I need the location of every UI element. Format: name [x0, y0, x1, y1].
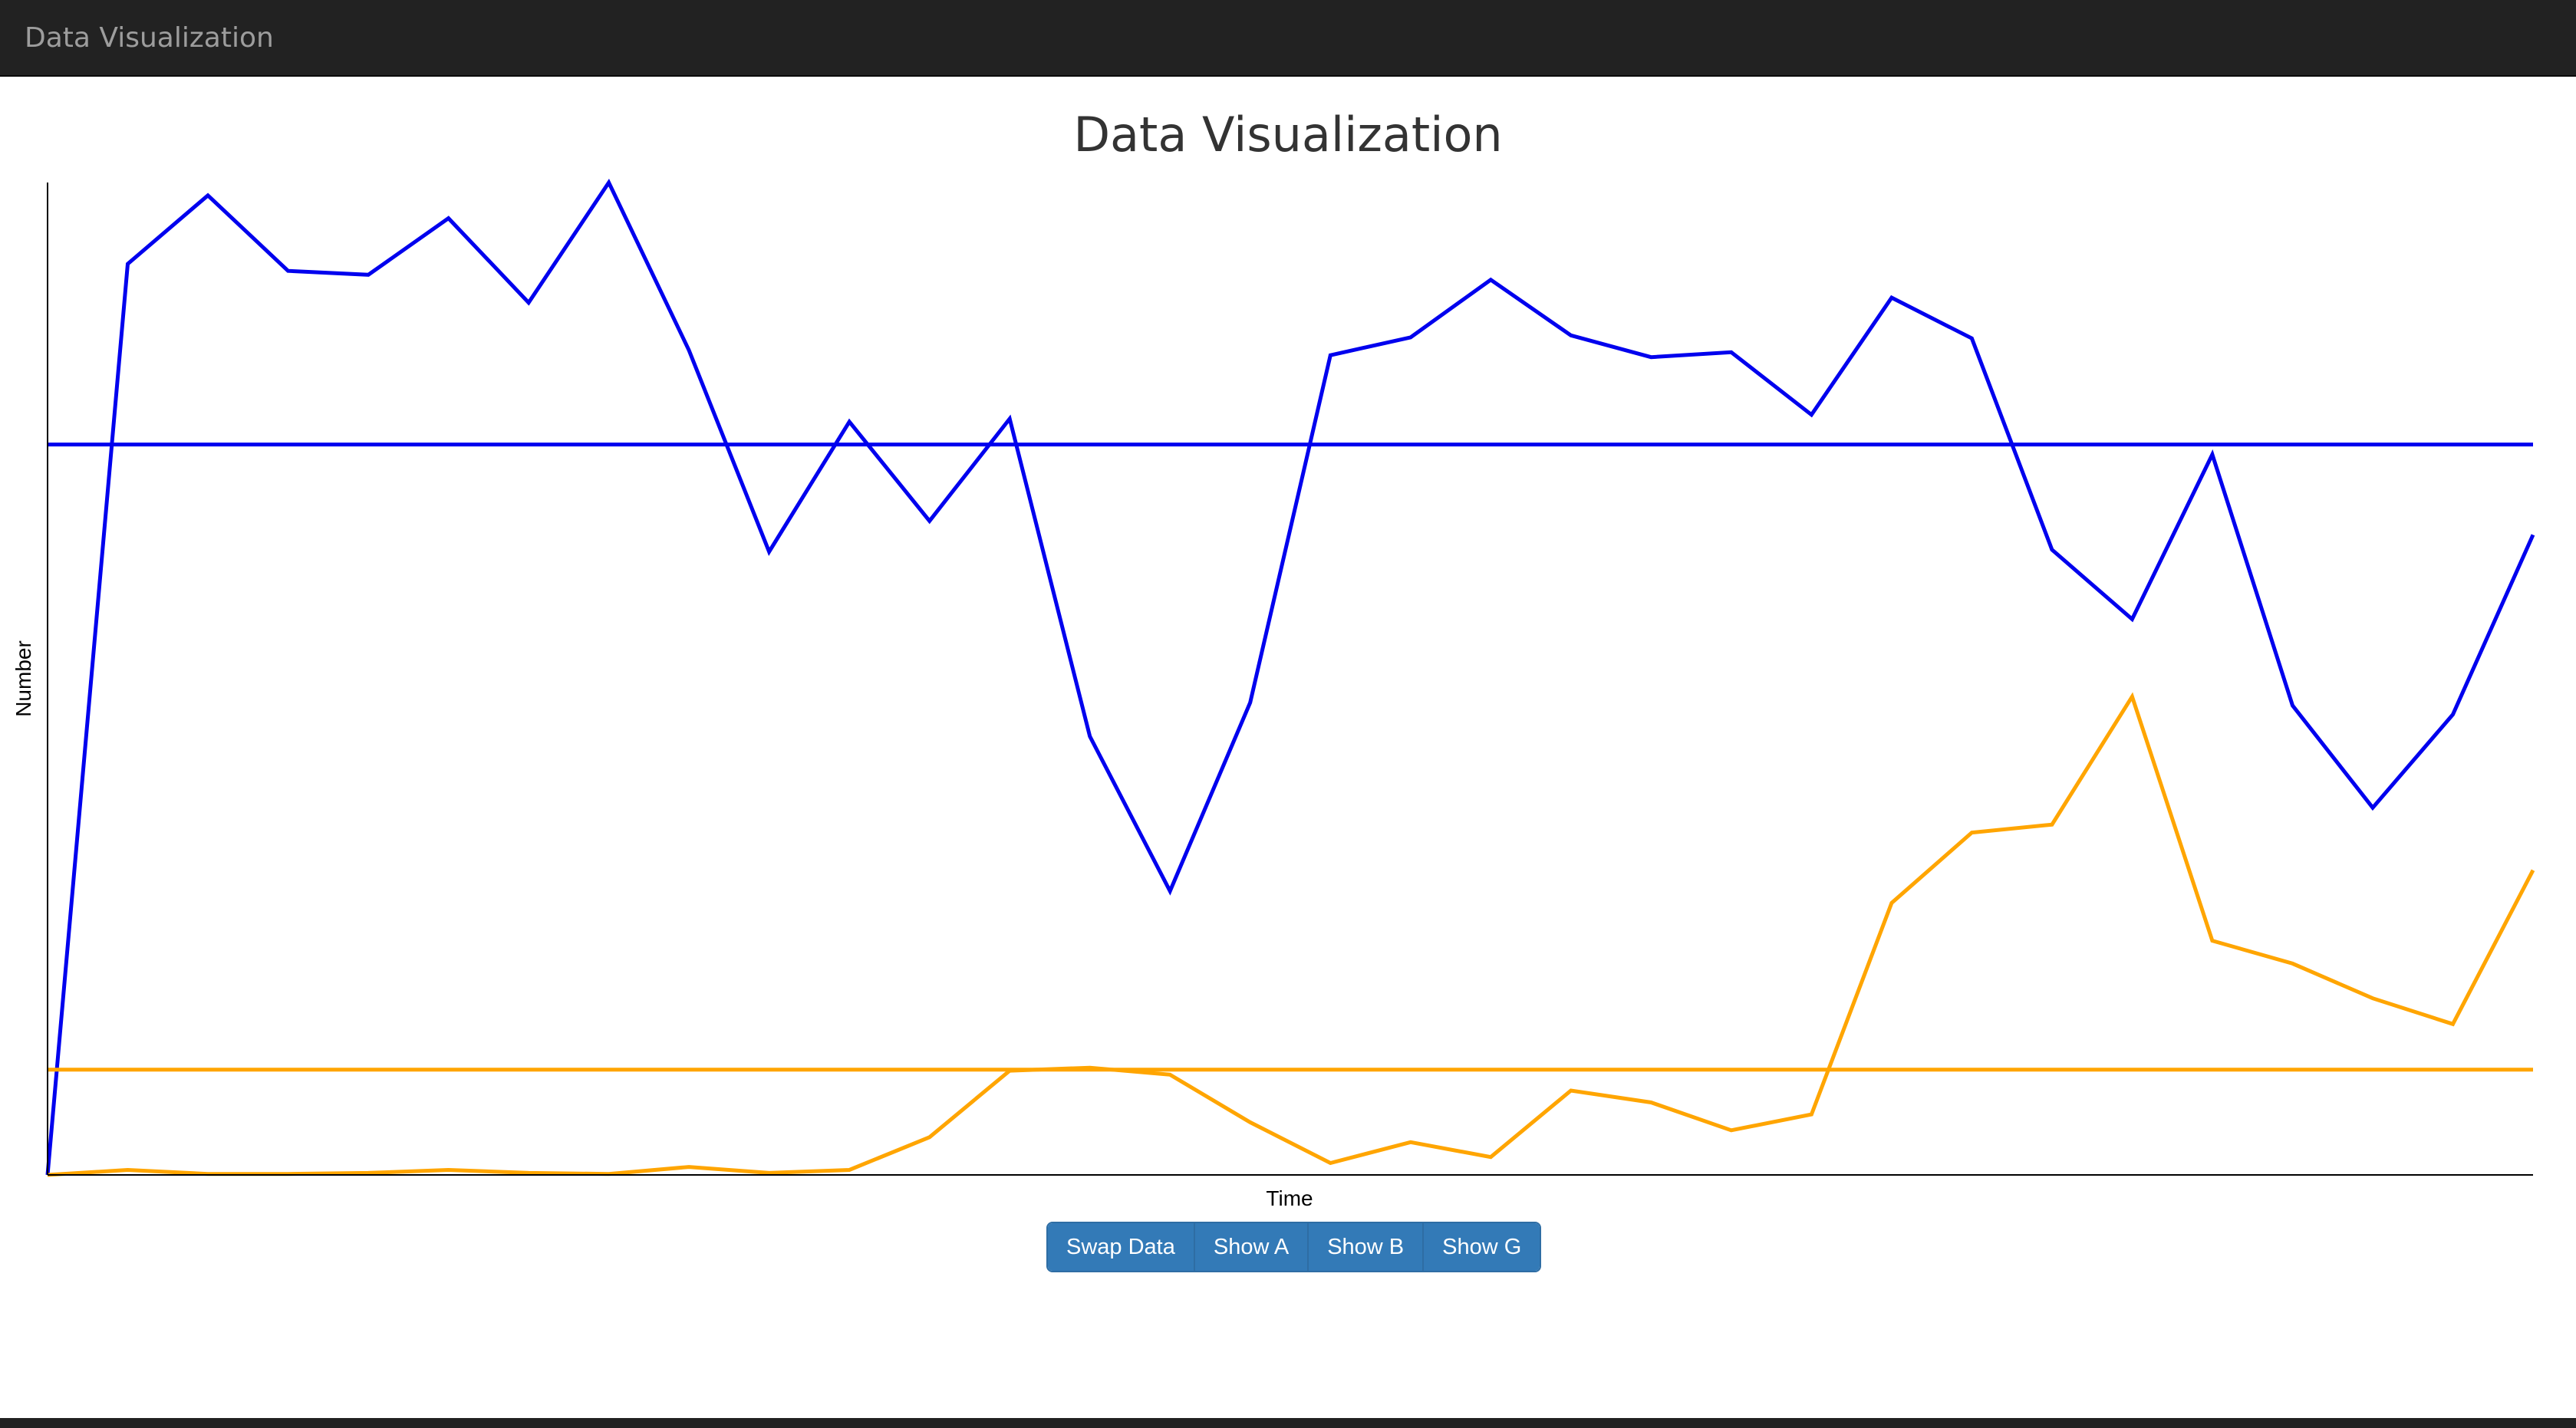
- x-axis-label: Time: [1266, 1186, 1313, 1210]
- y-axis-label: Number: [12, 640, 35, 717]
- swap-data-button[interactable]: Swap Data: [1048, 1223, 1194, 1271]
- show-b-button[interactable]: Show B: [1307, 1223, 1423, 1271]
- series-layer: [45, 178, 2535, 1177]
- show-a-button[interactable]: Show A: [1193, 1223, 1308, 1271]
- series-line-1: [47, 692, 2535, 1177]
- show-g-button[interactable]: Show G: [1422, 1223, 1540, 1271]
- bottom-bar: [0, 1418, 2576, 1428]
- series-line-0: [45, 178, 2535, 1176]
- line-chart: Time Number: [12, 178, 2535, 1210]
- button-group: Swap Data Show A Show B Show G: [1046, 1222, 1542, 1272]
